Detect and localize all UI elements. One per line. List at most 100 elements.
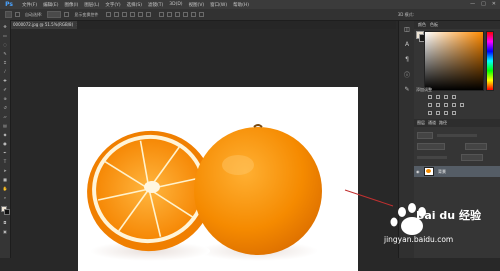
blend-mode-dropdown[interactable] — [417, 142, 445, 150]
menu-layer[interactable]: 图层(L) — [84, 2, 99, 8]
screen-mode-icon[interactable]: ▣ — [2, 229, 8, 234]
bw-adjust-icon[interactable] — [452, 103, 456, 107]
threshold-adjust-icon[interactable] — [444, 111, 448, 115]
3d-mode-label: 3D 模式: — [397, 11, 414, 17]
tab-paths[interactable]: 路径 — [439, 120, 447, 126]
tab-channels[interactable]: 通道 — [428, 120, 436, 126]
layer-kind-dropdown[interactable] — [417, 131, 433, 139]
align-left-icon[interactable] — [130, 12, 136, 17]
tab-swatches[interactable]: 色板 — [430, 22, 438, 28]
blur-tool-icon[interactable]: ◆ — [2, 132, 8, 137]
eyedropper-tool-icon[interactable]: ⁄ — [2, 69, 8, 74]
align-hcenter-icon[interactable] — [138, 12, 144, 17]
hue-slider[interactable] — [486, 31, 494, 91]
move-tool-icon[interactable]: ✥ — [2, 24, 8, 29]
layers-panel-tabs: 图层 通道 路径 — [414, 119, 500, 127]
align-vcenter-icon[interactable] — [114, 12, 120, 17]
history-brush-tool-icon[interactable]: ↺ — [2, 105, 8, 110]
layer-thumbnail — [424, 167, 434, 176]
menu-help[interactable]: 帮助(H) — [233, 2, 249, 8]
close-tab-icon[interactable]: × — [76, 22, 77, 27]
window-controls: — □ ✕ — [470, 1, 496, 7]
layer-dropdown[interactable] — [47, 11, 62, 18]
clone-tool-icon[interactable]: ⊕ — [2, 96, 8, 101]
lasso-tool-icon[interactable]: ◌ — [2, 42, 8, 47]
align-right-icon[interactable] — [146, 12, 152, 17]
healing-tool-icon[interactable]: ✚ — [2, 78, 8, 83]
auto-select-checkbox[interactable] — [15, 12, 20, 17]
lock-icons[interactable] — [417, 155, 447, 159]
document-tab[interactable]: 0000072.jpg @ 51.5%(RGB/8)× — [10, 21, 77, 29]
menu-view[interactable]: 视图(V) — [189, 2, 205, 8]
tab-color[interactable]: 颜色 — [418, 22, 426, 28]
color-balance-adjust-icon[interactable] — [444, 103, 448, 107]
distribute-right-icon[interactable] — [199, 12, 205, 17]
opacity-field[interactable] — [465, 142, 487, 150]
baidu-watermark: Bai du 经验 jingyan.baidu.com — [360, 196, 500, 258]
path-select-tool-icon[interactable]: ➤ — [2, 168, 8, 173]
align-top-icon[interactable] — [106, 12, 112, 17]
quick-select-tool-icon[interactable]: ✎ — [2, 51, 8, 56]
move-tool-preset-icon[interactable] — [5, 11, 12, 18]
shape-tool-icon[interactable]: ■ — [2, 177, 8, 182]
exposure-adjust-icon[interactable] — [452, 95, 456, 99]
menu-select[interactable]: 选择(S) — [127, 2, 142, 8]
paragraph-panel-icon[interactable]: ¶ — [403, 56, 411, 63]
layer-background[interactable]: ◉ 背景 — [414, 166, 500, 177]
gradient-map-adjust-icon[interactable] — [452, 111, 456, 115]
menu-image[interactable]: 图像(I) — [64, 2, 78, 8]
background-color-swatch[interactable] — [4, 209, 10, 215]
visibility-eye-icon[interactable]: ◉ — [416, 169, 421, 174]
levels-adjust-icon[interactable] — [436, 95, 440, 99]
distribute-hcenter-icon[interactable] — [191, 12, 197, 17]
invert-adjust-icon[interactable] — [428, 111, 432, 115]
menu-file[interactable]: 文件(F) — [22, 2, 37, 8]
info-panel-icon[interactable]: ⓘ — [403, 71, 411, 79]
menu-window[interactable]: 窗口(W) — [210, 2, 227, 8]
gradient-tool-icon[interactable]: ▤ — [2, 123, 8, 128]
crop-tool-icon[interactable]: ⌗ — [2, 60, 8, 65]
history-panel-icon[interactable]: ◫ — [403, 26, 411, 33]
menu-edit[interactable]: 编辑(E) — [43, 2, 58, 8]
quick-mask-icon[interactable]: ◘ — [2, 220, 8, 225]
menu-type[interactable]: 文字(Y) — [105, 2, 120, 8]
fill-field[interactable] — [461, 153, 483, 161]
align-bottom-icon[interactable] — [122, 12, 128, 17]
layer-filter-row — [414, 131, 500, 139]
menu-bar: Ps 文件(F) 编辑(E) 图像(I) 图层(L) 文字(Y) 选择(S) 滤… — [0, 0, 500, 9]
hand-tool-icon[interactable]: ✋ — [2, 186, 8, 191]
distribute-vcenter-icon[interactable] — [167, 12, 173, 17]
vibrance-adjust-icon[interactable] — [428, 103, 432, 107]
distribute-left-icon[interactable] — [183, 12, 189, 17]
adjustments-title: 添加调整 — [416, 87, 432, 92]
brush-tool-icon[interactable]: ✐ — [2, 87, 8, 92]
maximize-button[interactable]: □ — [481, 1, 486, 7]
color-picker-field[interactable] — [424, 31, 484, 91]
menu-filter[interactable]: 滤镜(T) — [148, 2, 163, 8]
tab-layers[interactable]: 图层 — [417, 120, 425, 126]
watermark-brand: Bai du 经验 — [416, 209, 481, 222]
pen-tool-icon[interactable]: ✒ — [2, 150, 8, 155]
menu-3d[interactable]: 3D(D) — [169, 2, 182, 7]
actions-panel-icon[interactable]: A — [403, 41, 411, 48]
distribute-bottom-icon[interactable] — [175, 12, 181, 17]
photo-filter-adjust-icon[interactable] — [460, 103, 464, 107]
show-transform-checkbox[interactable] — [64, 12, 70, 17]
options-bar: 自动选择: 显示变换控件 3D 模式: — [0, 9, 500, 21]
dodge-tool-icon[interactable]: ● — [2, 141, 8, 146]
distribute-top-icon[interactable] — [159, 12, 165, 17]
marquee-tool-icon[interactable]: ▭ — [2, 33, 8, 38]
layer-filter-icons[interactable] — [437, 133, 477, 137]
canvas-area[interactable] — [11, 29, 396, 271]
minimize-button[interactable]: — — [470, 1, 475, 7]
close-button[interactable]: ✕ — [492, 1, 496, 7]
type-tool-icon[interactable]: T — [2, 159, 8, 164]
hue-sat-adjust-icon[interactable] — [436, 103, 440, 107]
eraser-tool-icon[interactable]: ▱ — [2, 114, 8, 119]
brush-panel-icon[interactable]: ✎ — [403, 86, 411, 93]
curves-adjust-icon[interactable] — [444, 95, 448, 99]
brightness-adjust-icon[interactable] — [428, 95, 432, 99]
posterize-adjust-icon[interactable] — [436, 111, 440, 115]
tools-panel: ✥ ▭ ◌ ✎ ⌗ ⁄ ✚ ✐ ⊕ ↺ ▱ ▤ ◆ ● ✒ T ➤ ■ ✋ ⌕ … — [0, 20, 11, 258]
zoom-tool-icon[interactable]: ⌕ — [2, 195, 8, 200]
